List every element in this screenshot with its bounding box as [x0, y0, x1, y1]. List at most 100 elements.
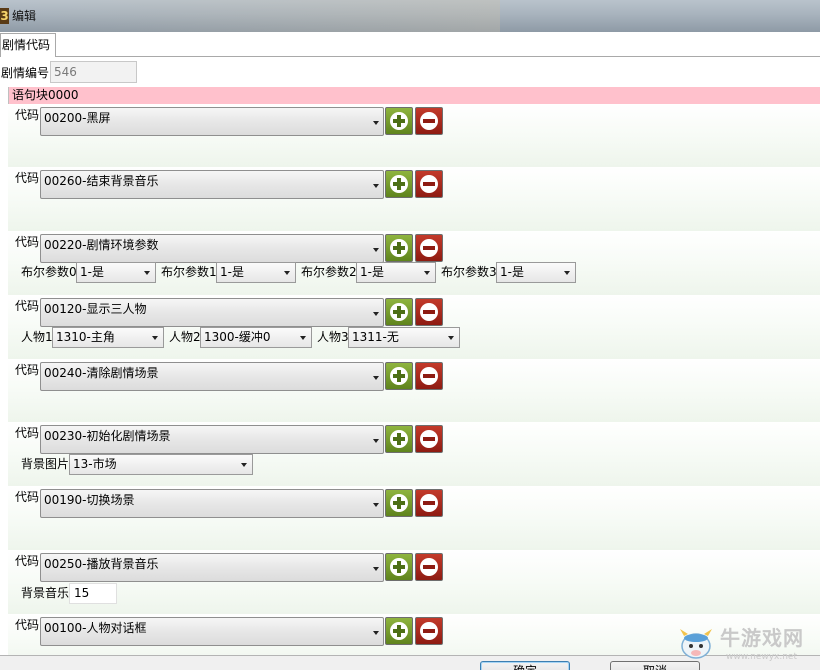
add-button[interactable]: [385, 489, 413, 517]
app-logo-icon: 3: [0, 8, 9, 24]
minus-icon: [420, 622, 438, 640]
bool-param-2-value: 1-是: [360, 265, 384, 279]
delete-button[interactable]: [415, 553, 443, 581]
bool-param-0-label: 布尔参数0: [21, 265, 77, 279]
code-label: 代码: [15, 171, 40, 185]
minus-icon: [420, 303, 438, 321]
delete-button[interactable]: [415, 617, 443, 645]
code-select[interactable]: 00220-剧情环境参数: [40, 234, 384, 263]
plus-icon: [390, 430, 408, 448]
code-select[interactable]: 00190-切换场景: [40, 489, 384, 518]
title-bar: 3 编辑: [0, 0, 820, 32]
delete-button[interactable]: [415, 362, 443, 390]
minus-icon: [420, 175, 438, 193]
chevron-down-icon: [373, 312, 379, 316]
character-2-select[interactable]: 1300-缓冲0: [200, 327, 312, 348]
bool-param-3-label: 布尔参数3: [441, 265, 497, 279]
background-image-select[interactable]: 13-市场: [69, 454, 253, 475]
plus-icon: [390, 494, 408, 512]
code-select[interactable]: 00240-清除剧情场景: [40, 362, 384, 391]
character-3-label: 人物3: [317, 330, 349, 344]
chevron-down-icon: [373, 184, 379, 188]
code-row: 代码 00230-初始化剧情场景 背景图片 13-市场: [8, 422, 820, 486]
code-row: 代码 00240-清除剧情场景: [8, 359, 820, 422]
code-row: 代码 00250-播放背景音乐 背景音乐 15: [8, 550, 820, 614]
bool-param-2-select[interactable]: 1-是: [356, 262, 436, 283]
code-row: 代码 00260-结束背景音乐: [8, 167, 820, 231]
plot-number-field[interactable]: 546: [50, 61, 137, 83]
code-label: 代码: [15, 235, 40, 249]
chevron-down-icon: [564, 271, 570, 275]
add-button[interactable]: [385, 425, 413, 453]
plus-icon: [390, 558, 408, 576]
plus-icon: [390, 175, 408, 193]
add-button[interactable]: [385, 362, 413, 390]
delete-button[interactable]: [415, 298, 443, 326]
add-button[interactable]: [385, 298, 413, 326]
add-button[interactable]: [385, 234, 413, 262]
code-label: 代码: [15, 108, 40, 122]
tab-strip-divider: [0, 56, 820, 57]
plus-icon: [390, 367, 408, 385]
chevron-down-icon: [300, 336, 306, 340]
code-select[interactable]: 00260-结束背景音乐: [40, 170, 384, 199]
delete-button[interactable]: [415, 170, 443, 198]
character-1-value: 1310-主角: [56, 330, 115, 344]
background-music-label: 背景音乐: [21, 586, 70, 600]
code-select-value: 00100-人物对话框: [44, 621, 147, 635]
bool-param-3-select[interactable]: 1-是: [496, 262, 576, 283]
background-image-label: 背景图片: [21, 457, 70, 471]
bool-param-0-select[interactable]: 1-是: [76, 262, 156, 283]
tab-plot-code[interactable]: 剧情代码: [0, 33, 56, 57]
add-button[interactable]: [385, 553, 413, 581]
code-select-value: 00250-播放背景音乐: [44, 557, 159, 571]
minus-icon: [420, 239, 438, 257]
bool-param-2-label: 布尔参数2: [301, 265, 357, 279]
bool-param-1-label: 布尔参数1: [161, 265, 217, 279]
character-3-select[interactable]: 1311-无: [348, 327, 460, 348]
delete-button[interactable]: [415, 234, 443, 262]
watermark-url: www.newyx.net: [726, 652, 798, 662]
code-select[interactable]: 00250-播放背景音乐: [40, 553, 384, 582]
code-select[interactable]: 00120-显示三人物: [40, 298, 384, 327]
delete-button[interactable]: [415, 489, 443, 517]
minus-icon: [420, 494, 438, 512]
plot-number-label: 剧情编号: [1, 66, 50, 80]
character-3-value: 1311-无: [352, 330, 399, 344]
code-label: 代码: [15, 426, 40, 440]
plus-icon: [390, 239, 408, 257]
chevron-down-icon: [424, 271, 430, 275]
code-row: 代码 00200-黑屏: [8, 104, 820, 167]
background-music-field[interactable]: 15: [69, 583, 117, 604]
bool-param-3-value: 1-是: [500, 265, 524, 279]
add-button[interactable]: [385, 107, 413, 135]
code-select-value: 00220-剧情环境参数: [44, 238, 159, 252]
character-1-select[interactable]: 1310-主角: [52, 327, 164, 348]
code-row: 代码 00190-切换场景: [8, 486, 820, 550]
code-select-value: 00260-结束背景音乐: [44, 174, 159, 188]
delete-button[interactable]: [415, 425, 443, 453]
window-title: 编辑: [12, 9, 37, 23]
bool-param-1-select[interactable]: 1-是: [216, 262, 296, 283]
chevron-down-icon: [373, 121, 379, 125]
add-button[interactable]: [385, 617, 413, 645]
character-1-label: 人物1: [21, 330, 53, 344]
code-select[interactable]: 00230-初始化剧情场景: [40, 425, 384, 454]
plus-icon: [390, 112, 408, 130]
character-2-value: 1300-缓冲0: [204, 330, 271, 344]
chevron-down-icon: [373, 376, 379, 380]
code-select-value: 00230-初始化剧情场景: [44, 429, 171, 443]
code-select[interactable]: 00100-人物对话框: [40, 617, 384, 646]
title-bar-backdrop: [0, 0, 500, 32]
code-select-value: 00200-黑屏: [44, 111, 111, 125]
minus-icon: [420, 558, 438, 576]
dialog-body: 剧情代码 剧情编号 546 语句块0000 代码 00200-黑屏 代码 002…: [0, 32, 820, 670]
code-select[interactable]: 00200-黑屏: [40, 107, 384, 136]
statement-block-header[interactable]: 语句块0000: [8, 87, 820, 104]
code-label: 代码: [15, 554, 40, 568]
add-button[interactable]: [385, 170, 413, 198]
character-2-label: 人物2: [169, 330, 201, 344]
code-select-value: 00190-切换场景: [44, 493, 135, 507]
delete-button[interactable]: [415, 107, 443, 135]
ok-button[interactable]: 确定: [480, 661, 570, 670]
